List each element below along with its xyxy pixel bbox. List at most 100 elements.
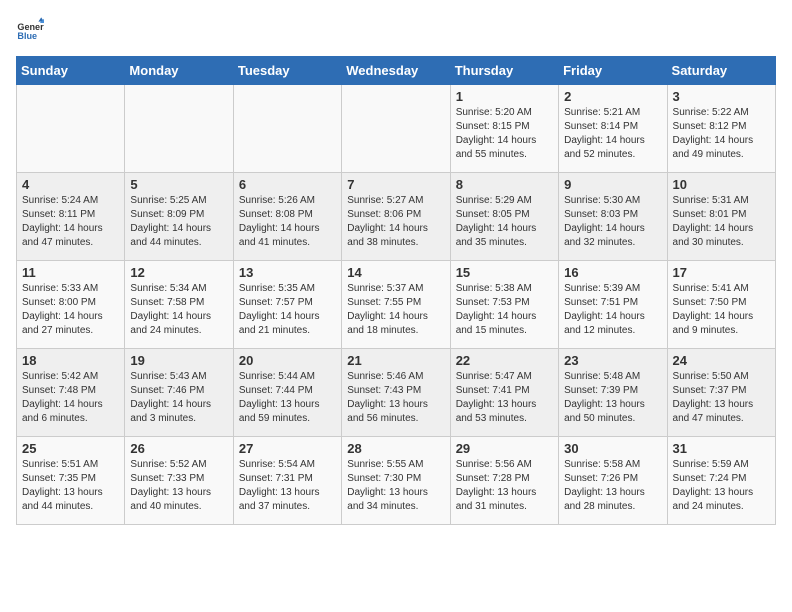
day-info: Sunrise: 5:27 AM Sunset: 8:06 PM Dayligh… [347,194,444,250]
weekday-header-monday: Monday [125,57,233,85]
calendar-cell: 14 Sunrise: 5:37 AM Sunset: 7:55 PM Dayli… [342,261,450,349]
calendar-cell: 25 Sunrise: 5:51 AM Sunset: 7:35 PM Dayli… [17,437,125,525]
weekday-header-wednesday: Wednesday [342,57,450,85]
calendar-cell [342,85,450,173]
day-info: Sunrise: 5:21 AM Sunset: 8:14 PM Dayligh… [564,106,661,162]
day-info: Sunrise: 5:47 AM Sunset: 7:41 PM Dayligh… [456,370,553,426]
calendar-cell: 5Sunrise: 5:25 AM Sunset: 8:09 PM Daylig… [125,173,233,261]
calendar-cell: 31 Sunrise: 5:59 AM Sunset: 7:24 PM Dayli… [667,437,775,525]
calendar-table: SundayMondayTuesdayWednesdayThursdayFrid… [16,56,776,525]
day-number: 13 [239,265,336,280]
day-number: 25 [22,441,119,456]
calendar-cell: 22 Sunrise: 5:47 AM Sunset: 7:41 PM Dayli… [450,349,558,437]
calendar-cell: 19 Sunrise: 5:43 AM Sunset: 7:46 PM Dayli… [125,349,233,437]
day-info: Sunrise: 5:33 AM Sunset: 8:00 PM Dayligh… [22,282,119,338]
calendar-cell: 7Sunrise: 5:27 AM Sunset: 8:06 PM Daylig… [342,173,450,261]
day-info: Sunrise: 5:35 AM Sunset: 7:57 PM Dayligh… [239,282,336,338]
day-info: Sunrise: 5:37 AM Sunset: 7:55 PM Dayligh… [347,282,444,338]
calendar-cell: 8 Sunrise: 5:29 AM Sunset: 8:05 PM Daylig… [450,173,558,261]
calendar-cell: 13 Sunrise: 5:35 AM Sunset: 7:57 PM Dayli… [233,261,341,349]
logo: General Blue [16,16,44,44]
day-number: 16 [564,265,661,280]
svg-text:Blue: Blue [17,31,37,41]
day-number: 26 [130,441,227,456]
calendar-cell: 16 Sunrise: 5:39 AM Sunset: 7:51 PM Dayli… [559,261,667,349]
day-info: Sunrise: 5:20 AM Sunset: 8:15 PM Dayligh… [456,106,553,162]
day-info: Sunrise: 5:42 AM Sunset: 7:48 PM Dayligh… [22,370,119,426]
day-info: Sunrise: 5:54 AM Sunset: 7:31 PM Dayligh… [239,458,336,514]
calendar-cell: 21 Sunrise: 5:46 AM Sunset: 7:43 PM Dayli… [342,349,450,437]
calendar-cell: 15 Sunrise: 5:38 AM Sunset: 7:53 PM Dayli… [450,261,558,349]
day-number: 31 [673,441,770,456]
week-row-5: 25 Sunrise: 5:51 AM Sunset: 7:35 PM Dayli… [17,437,776,525]
calendar-header: SundayMondayTuesdayWednesdayThursdayFrid… [17,57,776,85]
day-number: 14 [347,265,444,280]
day-number: 3 [673,89,770,104]
day-info: Sunrise: 5:22 AM Sunset: 8:12 PM Dayligh… [673,106,770,162]
day-number: 11 [22,265,119,280]
weekday-header-saturday: Saturday [667,57,775,85]
day-number: 28 [347,441,444,456]
day-info: Sunrise: 5:30 AM Sunset: 8:03 PM Dayligh… [564,194,661,250]
day-info: Sunrise: 5:44 AM Sunset: 7:44 PM Dayligh… [239,370,336,426]
calendar-cell: 1 Sunrise: 5:20 AM Sunset: 8:15 PM Daylig… [450,85,558,173]
day-info: Sunrise: 5:46 AM Sunset: 7:43 PM Dayligh… [347,370,444,426]
day-info: Sunrise: 5:50 AM Sunset: 7:37 PM Dayligh… [673,370,770,426]
calendar-cell: 30Sunrise: 5:58 AM Sunset: 7:26 PM Dayli… [559,437,667,525]
day-number: 8 [456,177,553,192]
day-info: Sunrise: 5:55 AM Sunset: 7:30 PM Dayligh… [347,458,444,514]
day-info: Sunrise: 5:39 AM Sunset: 7:51 PM Dayligh… [564,282,661,338]
calendar-cell: 4 Sunrise: 5:24 AM Sunset: 8:11 PM Daylig… [17,173,125,261]
day-number: 21 [347,353,444,368]
day-number: 27 [239,441,336,456]
day-number: 23 [564,353,661,368]
logo-icon: General Blue [16,16,44,44]
calendar-cell: 18Sunrise: 5:42 AM Sunset: 7:48 PM Dayli… [17,349,125,437]
weekday-header-thursday: Thursday [450,57,558,85]
day-number: 17 [673,265,770,280]
day-info: Sunrise: 5:52 AM Sunset: 7:33 PM Dayligh… [130,458,227,514]
day-info: Sunrise: 5:58 AM Sunset: 7:26 PM Dayligh… [564,458,661,514]
day-info: Sunrise: 5:43 AM Sunset: 7:46 PM Dayligh… [130,370,227,426]
day-info: Sunrise: 5:51 AM Sunset: 7:35 PM Dayligh… [22,458,119,514]
day-info: Sunrise: 5:26 AM Sunset: 8:08 PM Dayligh… [239,194,336,250]
calendar-cell: 6 Sunrise: 5:26 AM Sunset: 8:08 PM Daylig… [233,173,341,261]
day-number: 19 [130,353,227,368]
calendar-cell: 24 Sunrise: 5:50 AM Sunset: 7:37 PM Dayli… [667,349,775,437]
day-number: 24 [673,353,770,368]
day-number: 29 [456,441,553,456]
weekday-header-row: SundayMondayTuesdayWednesdayThursdayFrid… [17,57,776,85]
calendar-cell: 2Sunrise: 5:21 AM Sunset: 8:14 PM Daylig… [559,85,667,173]
calendar-cell: 10Sunrise: 5:31 AM Sunset: 8:01 PM Dayli… [667,173,775,261]
day-number: 15 [456,265,553,280]
day-number: 9 [564,177,661,192]
calendar-cell [125,85,233,173]
week-row-2: 4 Sunrise: 5:24 AM Sunset: 8:11 PM Daylig… [17,173,776,261]
day-info: Sunrise: 5:41 AM Sunset: 7:50 PM Dayligh… [673,282,770,338]
week-row-1: 1 Sunrise: 5:20 AM Sunset: 8:15 PM Daylig… [17,85,776,173]
day-info: Sunrise: 5:38 AM Sunset: 7:53 PM Dayligh… [456,282,553,338]
day-info: Sunrise: 5:29 AM Sunset: 8:05 PM Dayligh… [456,194,553,250]
calendar-cell: 20 Sunrise: 5:44 AM Sunset: 7:44 PM Dayli… [233,349,341,437]
day-info: Sunrise: 5:34 AM Sunset: 7:58 PM Dayligh… [130,282,227,338]
day-number: 5 [130,177,227,192]
day-number: 22 [456,353,553,368]
weekday-header-sunday: Sunday [17,57,125,85]
calendar-cell: 11 Sunrise: 5:33 AM Sunset: 8:00 PM Dayli… [17,261,125,349]
day-number: 6 [239,177,336,192]
day-info: Sunrise: 5:24 AM Sunset: 8:11 PM Dayligh… [22,194,119,250]
calendar-cell: 26 Sunrise: 5:52 AM Sunset: 7:33 PM Dayli… [125,437,233,525]
day-number: 4 [22,177,119,192]
calendar-body: 1 Sunrise: 5:20 AM Sunset: 8:15 PM Daylig… [17,85,776,525]
calendar-cell: 9 Sunrise: 5:30 AM Sunset: 8:03 PM Daylig… [559,173,667,261]
day-number: 1 [456,89,553,104]
calendar-cell [233,85,341,173]
day-number: 10 [673,177,770,192]
calendar-cell: 27 Sunrise: 5:54 AM Sunset: 7:31 PM Dayli… [233,437,341,525]
day-number: 12 [130,265,227,280]
day-number: 20 [239,353,336,368]
calendar-cell: 17 Sunrise: 5:41 AM Sunset: 7:50 PM Dayli… [667,261,775,349]
calendar-cell: 12 Sunrise: 5:34 AM Sunset: 7:58 PM Dayli… [125,261,233,349]
calendar-cell [17,85,125,173]
day-info: Sunrise: 5:59 AM Sunset: 7:24 PM Dayligh… [673,458,770,514]
